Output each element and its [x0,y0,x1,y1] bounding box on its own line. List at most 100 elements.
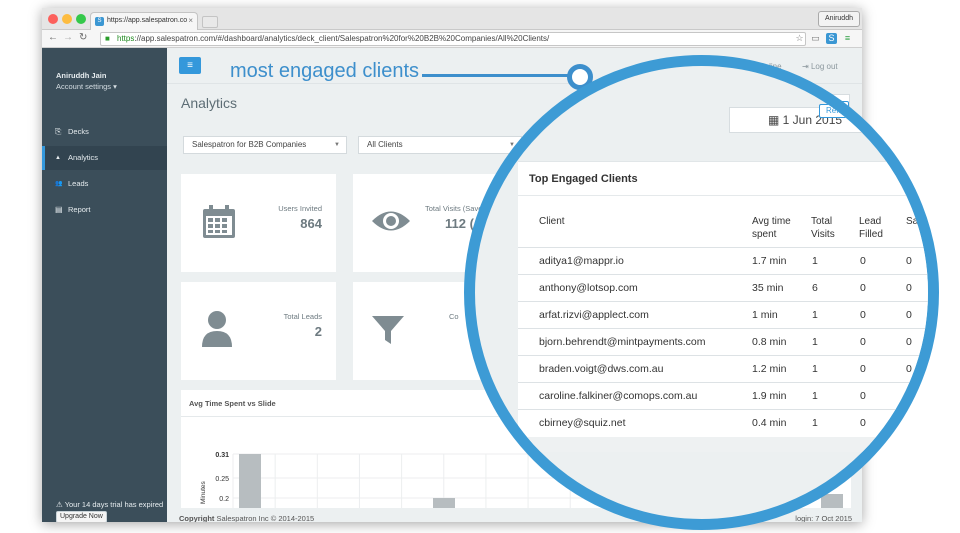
account-settings-dropdown[interactable]: Account settings ▾ [56,82,117,91]
table-row[interactable]: aditya1@mappr.io 1.7 min 1 0 0 [518,247,928,274]
menu-toggle-button[interactable]: ≡ [179,57,201,74]
stat-value: 112 ( [445,216,474,231]
divider [518,195,928,196]
browser-tab[interactable]: S https://app.salespatron.co × [90,12,198,30]
cell-lead-filled: 0 [860,282,866,294]
warning-icon: ⚠ [56,500,63,509]
cell-client: aditya1@mappr.io [539,255,624,267]
magnifier-content: ▦ 1 Jun 2015 Refresh Top Engaged Clients… [475,66,928,519]
cell-lead-filled: 0 [860,363,866,375]
column-header-saved: Sa [906,216,919,227]
tab-close-icon[interactable]: × [188,16,193,25]
cell-total-visits: 6 [812,282,818,294]
cell-avg-time: 1.7 min [752,255,787,267]
sidebar-item-decks[interactable]: ⎘ Decks [42,120,167,144]
leads-icon: 👥 [55,181,63,187]
cell-avg-time: 1.9 min [752,390,787,402]
upgrade-now-button[interactable]: Upgrade Now [56,511,107,522]
browser-titlebar: S https://app.salespatron.co × Aniruddh [42,8,862,30]
stat-card-total-leads: Total Leads 2 [181,282,336,380]
stat-label: Co [449,312,459,321]
cast-icon[interactable]: ▭ [810,33,821,44]
trial-text: Your 14 days trial has expired [64,500,164,509]
stat-value: 864 [300,216,322,231]
cell-avg-time: 35 min [752,282,784,294]
cell-total-visits: 1 [812,363,818,375]
cell-client: anthony@lotsop.com [539,282,638,294]
new-tab-button[interactable] [202,16,218,28]
funnel-icon [372,316,404,344]
cell-lead-filled: 0 [860,309,866,321]
cell-saved: 0 [906,309,912,321]
stat-label: Total Leads [283,312,322,321]
forward-icon[interactable]: → [63,32,73,43]
cell-total-visits: 1 [812,390,818,402]
sidebar-item-label: Decks [68,127,89,136]
chevron-down-icon: ▼ [334,142,340,148]
favicon-icon: S [95,17,104,26]
copyright: Copyright Salespatron Inc © 2014-2015 [179,514,314,522]
stat-card-users-invited: Users Invited 864 [181,174,336,272]
y-axis-label: Minutes [200,480,207,504]
eye-icon [372,211,410,231]
column-header-lead-filled: Lead Filled [859,216,883,240]
menu-icon[interactable]: ≡ [842,33,853,44]
back-icon[interactable]: ← [48,32,58,43]
url-field[interactable]: ■ https://app.salespatron.com/#/dashboar… [100,32,806,46]
cell-saved: 0 [906,390,912,402]
client-select-value: All Clients [367,140,403,149]
sidebar-item-label: Analytics [68,153,99,162]
y-tick-label: 0.25 [215,476,229,483]
minimize-window-button[interactable] [62,14,72,24]
reload-icon[interactable]: ↻ [79,32,87,43]
sidebar-item-leads[interactable]: 👥 Leads [42,172,167,196]
stat-label: Users Invited [278,204,322,213]
panel-footer [518,437,928,452]
cell-total-visits: 1 [812,255,818,267]
callout-label: most engaged clients [230,60,420,82]
refresh-button-zoomed[interactable]: Refresh [819,104,861,118]
table-row[interactable]: bjorn.behrendt@mintpayments.com 0.8 min 1 0… [518,328,928,355]
sidebar-item-analytics[interactable]: ▲ Analytics [42,146,167,170]
deck-select-value: Salespatron for B2B Companies [192,140,307,149]
table-row[interactable]: caroline.falkiner@comops.com.au 1.9 min 1 0… [518,382,928,409]
top-engaged-clients-panel: Top Engaged Clients Client Avg time spen… [518,161,928,452]
cell-total-visits: 1 [812,309,818,321]
cell-avg-time: 0.4 min [752,417,787,429]
user-name: Aniruddh Jain [56,71,107,80]
y-tick-label: 0.31 [215,452,229,459]
cell-saved: 0 [906,417,912,429]
analytics-icon: ▲ [55,155,61,161]
url-scheme: https [117,34,135,43]
cell-avg-time: 1.2 min [752,363,787,375]
table-row[interactable]: braden.voigt@dws.com.au 1.2 min 1 0 0 [518,355,928,382]
address-bar-row: ← → ↻ ■ https://app.salespatron.com/#/da… [42,30,862,48]
user-icon [202,311,232,347]
table-row[interactable]: arfat.rizvi@applect.com 1 min 1 0 0 [518,301,928,328]
close-window-button[interactable] [48,14,58,24]
chart-bar [433,498,455,508]
sidebar-item-label: Report [68,205,91,214]
extension-icon[interactable]: S [826,33,837,44]
cell-saved: 0 [906,363,912,375]
browser-user-button[interactable]: Aniruddh [817,11,860,27]
deck-select[interactable]: Salespatron for B2B Companies ▼ [183,136,347,154]
sidebar: Aniruddh Jain Account settings ▾ ⎘ Decks… [42,48,167,522]
bookmark-star-icon[interactable]: ☆ [794,33,805,44]
table-row[interactable]: anthony@lotsop.com 35 min 6 0 0 [518,274,928,301]
sidebar-item-report[interactable]: ▤ Report [42,198,167,222]
table-row[interactable]: cbirney@squiz.net 0.4 min 1 0 0 [518,409,928,436]
cell-client: braden.voigt@dws.com.au [539,363,664,375]
column-header-total-visits: Total Visits [811,216,835,240]
cell-saved: 0 [906,282,912,294]
sidebar-item-label: Leads [68,179,89,188]
stat-value: 2 [314,324,322,339]
cell-lead-filled: 0 [860,417,866,429]
zoom-window-button[interactable] [76,14,86,24]
deck-icon: ⎘ [55,127,62,136]
url-rest: ://app.salespatron.com/#/dashboard/analy… [134,34,550,43]
calendar-small-icon: ▦ [768,113,783,127]
cell-lead-filled: 0 [860,390,866,402]
cell-total-visits: 1 [812,336,818,348]
column-header-client: Client [539,216,565,227]
